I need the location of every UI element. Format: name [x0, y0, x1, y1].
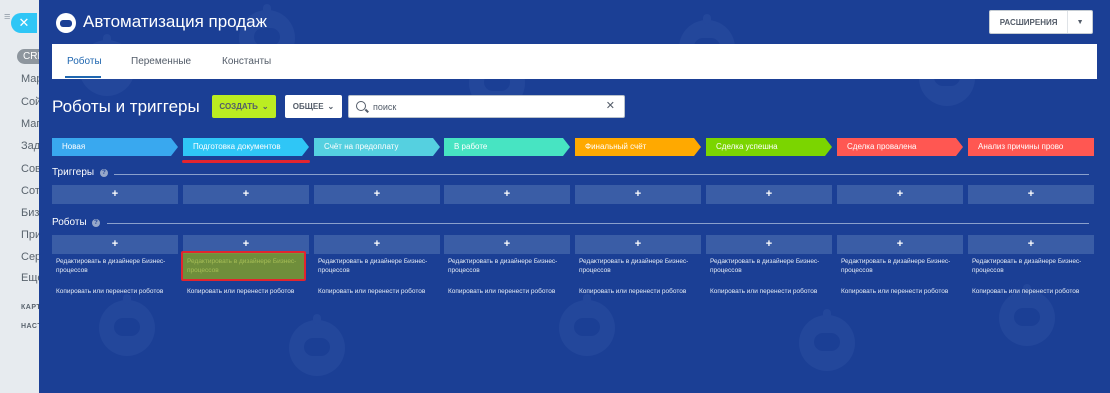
filter-label: ОБЩЕЕ: [292, 102, 324, 111]
add-trigger-button[interactable]: +: [314, 185, 440, 204]
triggers-label: Триггеры: [52, 167, 95, 178]
chevron-down-icon: ⌄: [327, 102, 335, 111]
stage-5[interactable]: Финальный счёт: [575, 138, 701, 156]
edit-in-designer-link[interactable]: Редактировать в дизайнере Бизнес-процесс…: [710, 257, 836, 275]
add-trigger-button[interactable]: +: [706, 185, 832, 204]
clear-icon[interactable]: ✕: [606, 100, 615, 113]
add-trigger-button[interactable]: +: [444, 185, 570, 204]
create-label: СОЗДАТЬ: [219, 102, 258, 111]
add-trigger-button[interactable]: +: [52, 185, 178, 204]
robots-label: Роботы: [52, 217, 87, 228]
tab-bar: Роботы Переменные Константы: [52, 44, 1097, 79]
section-divider: [107, 223, 1089, 224]
add-robot-button[interactable]: +: [575, 235, 701, 254]
stage-underline-marker: [182, 160, 310, 163]
add-trigger-button[interactable]: +: [183, 185, 309, 204]
close-slider-button[interactable]: ✕: [11, 13, 37, 33]
help-icon[interactable]: ?: [92, 219, 100, 227]
add-trigger-button[interactable]: +: [968, 185, 1094, 204]
robot-watermark-icon: [559, 294, 615, 356]
add-robot-button[interactable]: +: [706, 235, 832, 254]
filter-button[interactable]: ОБЩЕЕ ⌄: [285, 95, 342, 118]
edit-in-designer-link[interactable]: Редактировать в дизайнере Бизнес-процесс…: [56, 257, 182, 275]
robot-watermark-icon: [289, 314, 345, 376]
robot-watermark-icon: [799, 309, 855, 371]
automation-panel: Автоматизация продаж РАСШИРЕНИЯ ▼ Роботы…: [39, 0, 1110, 393]
copy-move-robots-link[interactable]: Копировать или перенести роботов: [841, 287, 967, 296]
add-robot-button[interactable]: +: [52, 235, 178, 254]
extensions-button[interactable]: РАСШИРЕНИЯ ▼: [989, 10, 1093, 34]
page-title: Автоматизация продаж: [83, 12, 267, 31]
copy-move-robots-link[interactable]: Копировать или перенести роботов: [56, 287, 182, 296]
copy-move-robots-link[interactable]: Копировать или перенести роботов: [579, 287, 705, 296]
chevron-down-icon: ⌄: [261, 102, 269, 111]
add-robot-button[interactable]: +: [837, 235, 963, 254]
section-divider: [114, 174, 1089, 175]
section-title: Роботы и триггеры: [52, 97, 200, 116]
search-input[interactable]: [373, 99, 593, 114]
active-tab-indicator: [65, 76, 101, 78]
chevron-down-icon[interactable]: ▼: [1067, 11, 1092, 33]
search-icon: [356, 101, 366, 111]
close-icon: ✕: [18, 15, 30, 30]
stage-7[interactable]: Сделка провалена: [837, 138, 963, 156]
robot-watermark-icon: [999, 284, 1055, 346]
stage-1[interactable]: Новая: [52, 138, 178, 156]
add-robot-button[interactable]: +: [968, 235, 1094, 254]
stage-2[interactable]: Подготовка документов: [183, 138, 309, 156]
search-box[interactable]: ✕: [348, 95, 625, 118]
stage-8[interactable]: Анализ причины прово: [968, 138, 1094, 156]
tab-robots[interactable]: Роботы: [67, 56, 102, 67]
edit-in-designer-link[interactable]: Редактировать в дизайнере Бизнес-процесс…: [318, 257, 444, 275]
tab-variables[interactable]: Переменные: [131, 56, 191, 67]
highlight-box: [181, 251, 306, 281]
add-trigger-button[interactable]: +: [837, 185, 963, 204]
create-button[interactable]: СОЗДАТЬ ⌄: [212, 95, 276, 118]
robot-icon: [56, 13, 76, 33]
add-trigger-button[interactable]: +: [575, 185, 701, 204]
robot-watermark-icon: [99, 294, 155, 356]
copy-move-robots-link[interactable]: Копировать или перенести роботов: [710, 287, 836, 296]
copy-move-robots-link[interactable]: Копировать или перенести роботов: [187, 287, 313, 296]
copy-move-robots-link[interactable]: Копировать или перенести роботов: [448, 287, 574, 296]
copy-move-robots-link[interactable]: Копировать или перенести роботов: [318, 287, 444, 296]
header: Автоматизация продаж РАСШИРЕНИЯ ▼: [39, 0, 1110, 44]
copy-move-robots-link[interactable]: Копировать или перенести роботов: [972, 287, 1098, 296]
stage-4[interactable]: В работе: [444, 138, 570, 156]
stage-3[interactable]: Счёт на предоплату: [314, 138, 440, 156]
add-robot-button[interactable]: +: [444, 235, 570, 254]
add-robot-button[interactable]: +: [314, 235, 440, 254]
stage-6[interactable]: Сделка успешна: [706, 138, 832, 156]
edit-in-designer-link[interactable]: Редактировать в дизайнере Бизнес-процесс…: [579, 257, 705, 275]
edit-in-designer-link[interactable]: Редактировать в дизайнере Бизнес-процесс…: [841, 257, 967, 275]
tab-constants[interactable]: Константы: [222, 56, 271, 67]
edit-in-designer-link[interactable]: Редактировать в дизайнере Бизнес-процесс…: [972, 257, 1098, 275]
extensions-label: РАСШИРЕНИЯ: [999, 17, 1058, 27]
edit-in-designer-link[interactable]: Редактировать в дизайнере Бизнес-процесс…: [448, 257, 574, 275]
help-icon[interactable]: ?: [100, 169, 108, 177]
